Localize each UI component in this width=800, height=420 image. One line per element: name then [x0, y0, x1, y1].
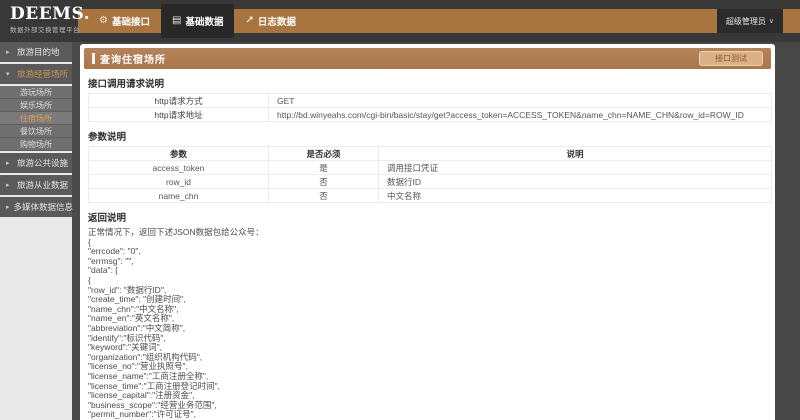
json-line: "name_chn":"中文名称", — [88, 305, 771, 315]
page-title-bar: 查询住宿场所 接口测试 — [84, 48, 771, 69]
param-name: name_chn — [89, 189, 269, 203]
json-line: "create_time": "创建时间", — [88, 295, 771, 305]
json-line: "row_id": "数据行ID", — [88, 286, 771, 296]
param-name: access_token — [89, 161, 269, 175]
caret-right-icon: ▸ — [6, 203, 10, 211]
table-header-row: 参数 是否必须 说明 — [89, 147, 772, 161]
param-required: 是 — [269, 161, 379, 175]
left-sidebar: ▸ 旅游目的地 ▾ 旅游经营场所 游玩场所 娱乐场所 住宿场所 餐饮场所 购物场… — [0, 42, 80, 420]
tab-label: 日志数据 — [258, 14, 296, 28]
title-accent-bar — [92, 53, 95, 64]
table-row: row_id 否 数据行ID — [89, 175, 772, 189]
table-row: http请求方式 GET — [89, 94, 772, 108]
user-account-dropdown[interactable]: 超级管理员 ∨ — [717, 9, 783, 33]
sidebar-subitem-dining-venue[interactable]: 餐饮场所 — [0, 125, 72, 138]
sidebar-subitem-shopping-venue[interactable]: 购物场所 — [0, 138, 72, 151]
request-info-table: http请求方式 GET http请求地址 http://bd.winyeahs… — [88, 93, 772, 122]
col-header-description: 说明 — [379, 147, 772, 161]
table-row: http请求地址 http://bd.winyeahs.com/cgi-bin/… — [89, 108, 772, 122]
table-row: access_token 是 调用接口凭证 — [89, 161, 772, 175]
sidebar-item-business-premises[interactable]: ▾ 旅游经营场所 — [0, 64, 72, 84]
return-section-heading: 返回说明 — [88, 210, 771, 224]
tab-label: 基础接口 — [112, 14, 150, 28]
caret-right-icon: ▸ — [6, 181, 13, 189]
param-description: 数据行ID — [379, 175, 772, 189]
http-url-value: http://bd.winyeahs.com/cgi-bin/basic/sta… — [269, 108, 772, 122]
api-test-button[interactable]: 接口测试 — [699, 51, 763, 66]
page-title: 查询住宿场所 — [100, 51, 166, 66]
data-grid-icon: ▤ — [172, 16, 181, 26]
sidebar-submenu: 游玩场所 娱乐场所 住宿场所 餐饮场所 购物场所 — [0, 86, 72, 151]
tab-log-data[interactable]: ↗ 日志数据 — [234, 0, 306, 42]
params-section-heading: 参数说明 — [88, 129, 771, 143]
sidebar-item-multimedia-data[interactable]: ▸ 多媒体数据信息 — [0, 197, 72, 217]
json-line: "abbreviation":"中文简称", — [88, 324, 771, 334]
request-section-heading: 接口调用请求说明 — [88, 76, 771, 90]
logo-text: DEEMS. — [10, 5, 80, 24]
sidebar-menu: ▸ 旅游目的地 ▾ 旅游经营场所 游玩场所 娱乐场所 住宿场所 餐饮场所 购物场… — [0, 42, 72, 219]
param-required: 否 — [269, 175, 379, 189]
json-line: "errmsg": "", — [88, 257, 771, 267]
content-panel: 查询住宿场所 接口测试 接口调用请求说明 http请求方式 GET http请求… — [80, 44, 775, 420]
sidebar-item-public-facilities[interactable]: ▸ 旅游公共设施 — [0, 153, 72, 173]
gear-icon: ⚙ — [99, 16, 108, 26]
col-header-param: 参数 — [89, 147, 269, 161]
json-line: { — [88, 238, 771, 248]
json-line: "permit_number":"许可证号", — [88, 410, 771, 420]
sidebar-item-industry-data[interactable]: ▸ 旅游从业数据 — [0, 175, 72, 195]
tab-label: 基础数据 — [185, 14, 223, 28]
param-required: 否 — [269, 189, 379, 203]
caret-down-icon: ▾ — [6, 70, 13, 78]
sidebar-subitem-accommodation-venue[interactable]: 住宿场所 — [0, 112, 72, 125]
params-table: 参数 是否必须 说明 access_token 是 调用接口凭证 row_id … — [88, 146, 772, 203]
json-line: "name_en":"英文名称", — [88, 314, 771, 324]
param-description: 中文名称 — [379, 189, 772, 203]
caret-right-icon: ▸ — [6, 159, 13, 167]
app-logo: DEEMS. 数据外部交换管理平台 — [10, 5, 80, 34]
sidebar-subitem-entertainment-venue[interactable]: 娱乐场所 — [0, 99, 72, 112]
table-row: name_chn 否 中文名称 — [89, 189, 772, 203]
top-header: DEEMS. 数据外部交换管理平台 ⚙ 基础接口 ▤ 基础数据 ↗ 日志数据 超… — [0, 0, 800, 42]
sidebar-subitem-play-venue[interactable]: 游玩场所 — [0, 86, 72, 99]
param-name: row_id — [89, 175, 269, 189]
logo-subtitle: 数据外部交换管理平台 — [10, 24, 80, 34]
json-response-example: 正常情况下，返回下述JSON数据包给公众号： { "errcode": "0",… — [88, 228, 771, 420]
http-method-label: http请求方式 — [89, 94, 269, 108]
json-line: { — [88, 276, 771, 286]
sidebar-divider-strip — [72, 42, 80, 420]
sidebar-item-travel-destination[interactable]: ▸ 旅游目的地 — [0, 42, 72, 62]
json-line: "data": [ — [88, 266, 771, 276]
json-intro-line: 正常情况下，返回下述JSON数据包给公众号： — [88, 228, 771, 238]
tab-basic-interface[interactable]: ⚙ 基础接口 — [88, 0, 161, 42]
json-line: "organization":"组织机构代码", — [88, 353, 771, 363]
user-name-label: 超级管理员 — [726, 16, 766, 27]
tab-basic-data[interactable]: ▤ 基础数据 — [161, 4, 234, 38]
caret-right-icon: ▸ — [6, 48, 13, 56]
json-line: "identify":"标识代码", — [88, 334, 771, 344]
chevron-down-icon: ∨ — [769, 17, 774, 25]
param-description: 调用接口凭证 — [379, 161, 772, 175]
json-line: "errcode": "0", — [88, 247, 771, 257]
share-arrow-icon: ↗ — [245, 16, 253, 26]
http-method-value: GET — [269, 94, 772, 108]
http-url-label: http请求地址 — [89, 108, 269, 122]
main-nav-tabs: ⚙ 基础接口 ▤ 基础数据 ↗ 日志数据 — [88, 0, 307, 42]
col-header-required: 是否必须 — [269, 147, 379, 161]
